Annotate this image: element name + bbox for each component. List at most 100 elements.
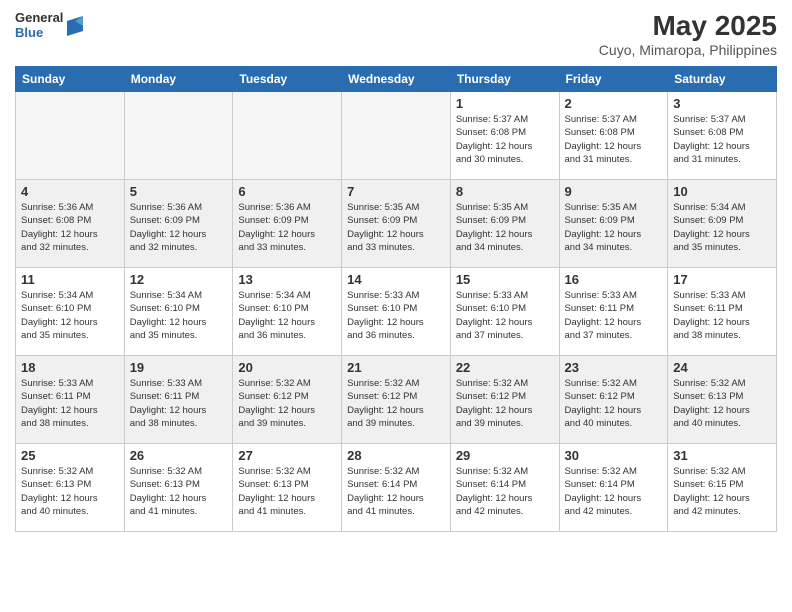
day-number: 19 <box>130 360 228 375</box>
table-row: 29 Sunrise: 5:32 AM Sunset: 6:14 PM Dayli… <box>450 444 559 532</box>
location-subtitle: Cuyo, Mimaropa, Philippines <box>599 42 777 58</box>
th-monday: Monday <box>124 67 233 92</box>
table-row: 27 Sunrise: 5:32 AM Sunset: 6:13 PM Dayli… <box>233 444 342 532</box>
table-row: 13 Sunrise: 5:34 AM Sunset: 6:10 PM Dayli… <box>233 268 342 356</box>
day-number: 22 <box>456 360 554 375</box>
day-number: 2 <box>565 96 663 111</box>
th-sunday: Sunday <box>16 67 125 92</box>
day-number: 9 <box>565 184 663 199</box>
day-number: 18 <box>21 360 119 375</box>
sun-info: Sunrise: 5:35 AM Sunset: 6:09 PM Dayligh… <box>347 201 445 254</box>
sun-info: Sunrise: 5:33 AM Sunset: 6:11 PM Dayligh… <box>673 289 771 342</box>
sun-info: Sunrise: 5:32 AM Sunset: 6:13 PM Dayligh… <box>21 465 119 518</box>
day-number: 26 <box>130 448 228 463</box>
sun-info: Sunrise: 5:32 AM Sunset: 6:15 PM Dayligh… <box>673 465 771 518</box>
sun-info: Sunrise: 5:36 AM Sunset: 6:09 PM Dayligh… <box>130 201 228 254</box>
sun-info: Sunrise: 5:32 AM Sunset: 6:13 PM Dayligh… <box>130 465 228 518</box>
table-row: 8 Sunrise: 5:35 AM Sunset: 6:09 PM Daylig… <box>450 180 559 268</box>
sun-info: Sunrise: 5:35 AM Sunset: 6:09 PM Dayligh… <box>456 201 554 254</box>
sun-info: Sunrise: 5:32 AM Sunset: 6:14 PM Dayligh… <box>456 465 554 518</box>
day-number: 21 <box>347 360 445 375</box>
th-thursday: Thursday <box>450 67 559 92</box>
day-number: 29 <box>456 448 554 463</box>
day-number: 30 <box>565 448 663 463</box>
page: General Blue May 2025 Cuyo, Mimaropa, Ph… <box>0 0 792 612</box>
th-friday: Friday <box>559 67 668 92</box>
header-row: Sunday Monday Tuesday Wednesday Thursday… <box>16 67 777 92</box>
table-row: 26 Sunrise: 5:32 AM Sunset: 6:13 PM Dayli… <box>124 444 233 532</box>
table-row: 3 Sunrise: 5:37 AM Sunset: 6:08 PM Daylig… <box>668 92 777 180</box>
sun-info: Sunrise: 5:32 AM Sunset: 6:12 PM Dayligh… <box>456 377 554 430</box>
sun-info: Sunrise: 5:32 AM Sunset: 6:12 PM Dayligh… <box>565 377 663 430</box>
day-number: 6 <box>238 184 336 199</box>
sun-info: Sunrise: 5:33 AM Sunset: 6:11 PM Dayligh… <box>130 377 228 430</box>
calendar-week-row: 18 Sunrise: 5:33 AM Sunset: 6:11 PM Dayli… <box>16 356 777 444</box>
day-number: 11 <box>21 272 119 287</box>
day-number: 27 <box>238 448 336 463</box>
table-row: 28Sunrise: 5:32 AM Sunset: 6:14 PM Dayli… <box>342 444 451 532</box>
table-row: 6 Sunrise: 5:36 AM Sunset: 6:09 PM Daylig… <box>233 180 342 268</box>
day-number: 23 <box>565 360 663 375</box>
sun-info: Sunrise: 5:32 AM Sunset: 6:13 PM Dayligh… <box>238 465 336 518</box>
sun-info: Sunrise: 5:34 AM Sunset: 6:09 PM Dayligh… <box>673 201 771 254</box>
title-block: May 2025 Cuyo, Mimaropa, Philippines <box>599 10 777 58</box>
logo-blue: Blue <box>15 25 63 40</box>
table-row: 12Sunrise: 5:34 AM Sunset: 6:10 PM Dayli… <box>124 268 233 356</box>
table-row: 19 Sunrise: 5:33 AM Sunset: 6:11 PM Dayli… <box>124 356 233 444</box>
table-row <box>233 92 342 180</box>
table-row: 18 Sunrise: 5:33 AM Sunset: 6:11 PM Dayli… <box>16 356 125 444</box>
day-number: 1 <box>456 96 554 111</box>
th-saturday: Saturday <box>668 67 777 92</box>
sun-info: Sunrise: 5:33 AM Sunset: 6:11 PM Dayligh… <box>565 289 663 342</box>
table-row: 30 Sunrise: 5:32 AM Sunset: 6:14 PM Dayli… <box>559 444 668 532</box>
day-number: 28 <box>347 448 445 463</box>
table-row: 10Sunrise: 5:34 AM Sunset: 6:09 PM Dayli… <box>668 180 777 268</box>
table-row <box>16 92 125 180</box>
table-row: 21Sunrise: 5:32 AM Sunset: 6:12 PM Dayli… <box>342 356 451 444</box>
day-number: 24 <box>673 360 771 375</box>
header: General Blue May 2025 Cuyo, Mimaropa, Ph… <box>15 10 777 58</box>
sun-info: Sunrise: 5:35 AM Sunset: 6:09 PM Dayligh… <box>565 201 663 254</box>
day-number: 25 <box>21 448 119 463</box>
day-number: 17 <box>673 272 771 287</box>
table-row: 9 Sunrise: 5:35 AM Sunset: 6:09 PM Daylig… <box>559 180 668 268</box>
table-row <box>342 92 451 180</box>
day-number: 15 <box>456 272 554 287</box>
table-row: 24 Sunrise: 5:32 AM Sunset: 6:13 PM Dayli… <box>668 356 777 444</box>
day-number: 3 <box>673 96 771 111</box>
sun-info: Sunrise: 5:36 AM Sunset: 6:08 PM Dayligh… <box>21 201 119 254</box>
day-number: 14 <box>347 272 445 287</box>
th-wednesday: Wednesday <box>342 67 451 92</box>
sun-info: Sunrise: 5:32 AM Sunset: 6:12 PM Dayligh… <box>238 377 336 430</box>
day-number: 20 <box>238 360 336 375</box>
sun-info: Sunrise: 5:33 AM Sunset: 6:11 PM Dayligh… <box>21 377 119 430</box>
sun-info: Sunrise: 5:34 AM Sunset: 6:10 PM Dayligh… <box>238 289 336 342</box>
logo-text: General Blue <box>15 10 63 40</box>
sun-info: Sunrise: 5:37 AM Sunset: 6:08 PM Dayligh… <box>673 113 771 166</box>
sun-info: Sunrise: 5:34 AM Sunset: 6:10 PM Dayligh… <box>21 289 119 342</box>
day-number: 13 <box>238 272 336 287</box>
table-row: 22 Sunrise: 5:32 AM Sunset: 6:12 PM Dayli… <box>450 356 559 444</box>
sun-info: Sunrise: 5:36 AM Sunset: 6:09 PM Dayligh… <box>238 201 336 254</box>
day-number: 16 <box>565 272 663 287</box>
table-row: 5Sunrise: 5:36 AM Sunset: 6:09 PM Daylig… <box>124 180 233 268</box>
table-row: 15Sunrise: 5:33 AM Sunset: 6:10 PM Dayli… <box>450 268 559 356</box>
table-row: 7 Sunrise: 5:35 AM Sunset: 6:09 PM Daylig… <box>342 180 451 268</box>
table-row: 14Sunrise: 5:33 AM Sunset: 6:10 PM Dayli… <box>342 268 451 356</box>
sun-info: Sunrise: 5:37 AM Sunset: 6:08 PM Dayligh… <box>456 113 554 166</box>
table-row: 1 Sunrise: 5:37 AM Sunset: 6:08 PM Daylig… <box>450 92 559 180</box>
table-row: 31Sunrise: 5:32 AM Sunset: 6:15 PM Dayli… <box>668 444 777 532</box>
logo-icon <box>67 16 83 36</box>
day-number: 7 <box>347 184 445 199</box>
sun-info: Sunrise: 5:32 AM Sunset: 6:14 PM Dayligh… <box>565 465 663 518</box>
logo-general: General <box>15 10 63 25</box>
calendar-table: Sunday Monday Tuesday Wednesday Thursday… <box>15 66 777 532</box>
day-number: 12 <box>130 272 228 287</box>
day-number: 8 <box>456 184 554 199</box>
calendar-week-row: 4 Sunrise: 5:36 AM Sunset: 6:08 PM Daylig… <box>16 180 777 268</box>
sun-info: Sunrise: 5:37 AM Sunset: 6:08 PM Dayligh… <box>565 113 663 166</box>
sun-info: Sunrise: 5:32 AM Sunset: 6:13 PM Dayligh… <box>673 377 771 430</box>
table-row: 16 Sunrise: 5:33 AM Sunset: 6:11 PM Dayli… <box>559 268 668 356</box>
calendar-week-row: 25 Sunrise: 5:32 AM Sunset: 6:13 PM Dayli… <box>16 444 777 532</box>
day-number: 4 <box>21 184 119 199</box>
